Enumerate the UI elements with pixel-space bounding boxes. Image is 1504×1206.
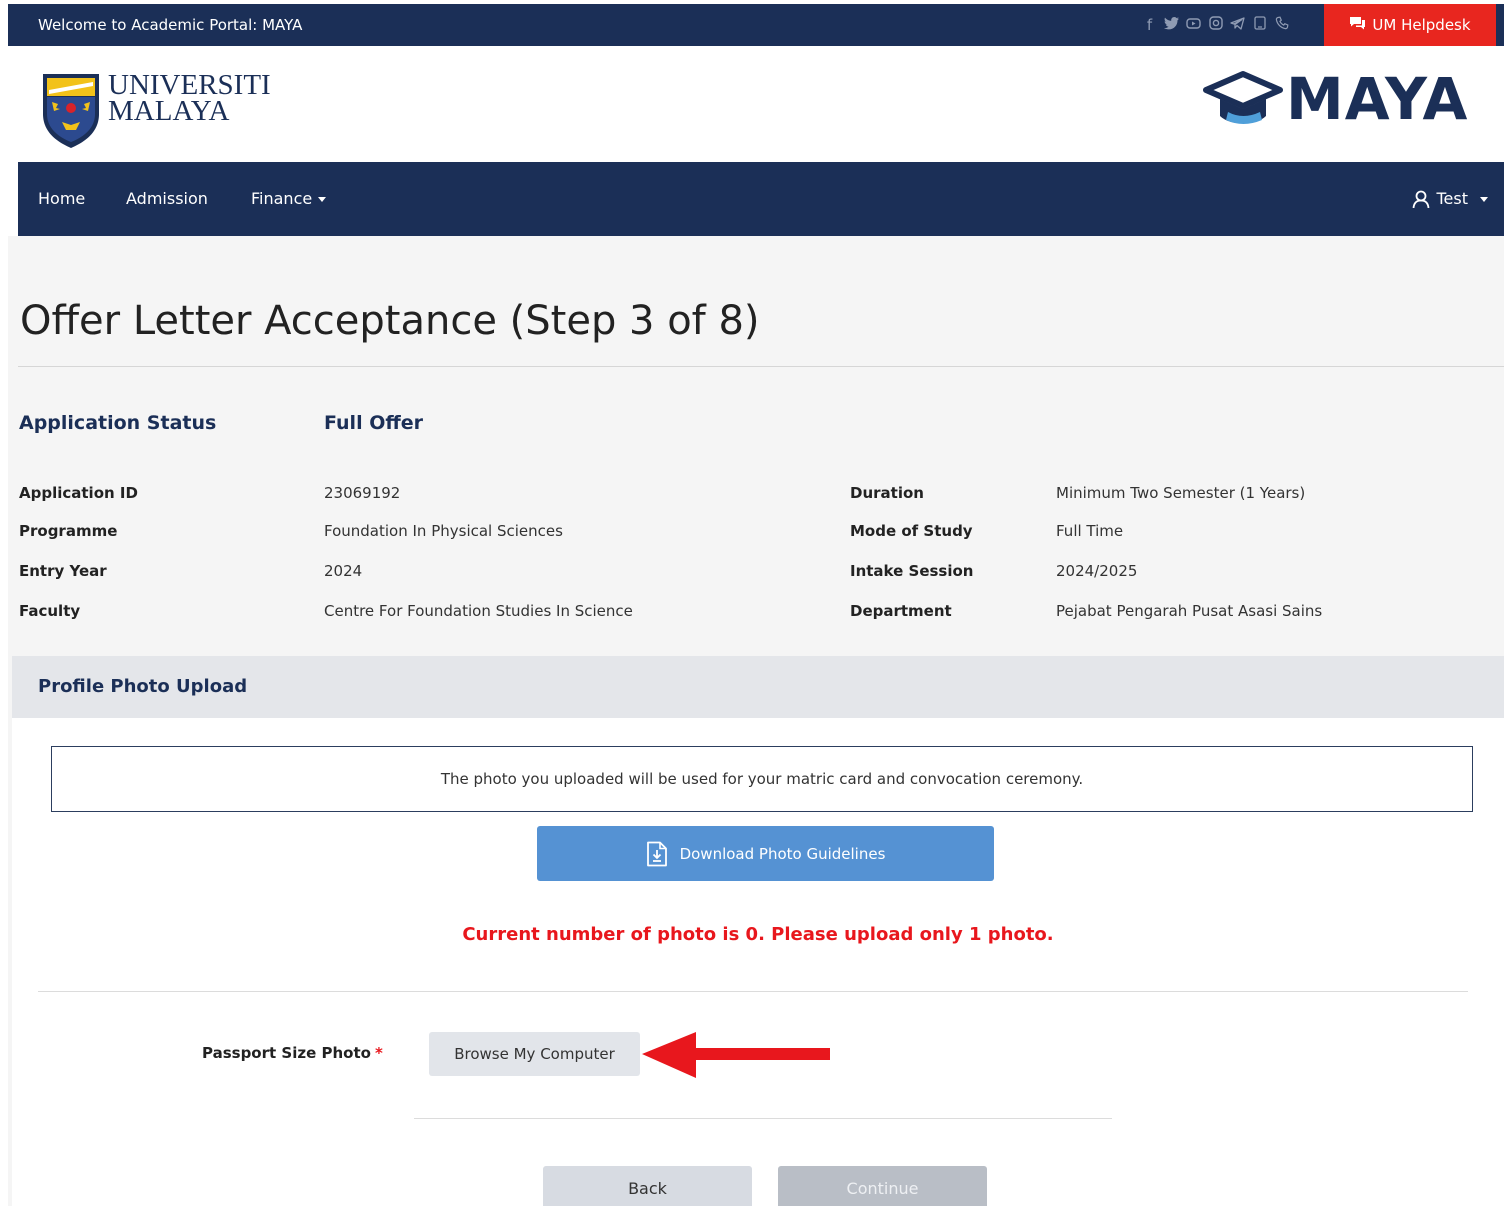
mode-of-study-value: Full Time (1056, 522, 1124, 540)
chat-icon (1349, 16, 1366, 34)
application-status-value: Full Offer (324, 412, 423, 434)
passport-photo-label: Passport Size Photo * (202, 1044, 383, 1062)
um-helpdesk-button[interactable]: UM Helpdesk (1324, 4, 1496, 46)
application-id-value: 23069192 (324, 484, 401, 502)
nav-finance[interactable]: Finance (251, 162, 327, 236)
browse-my-computer-button[interactable]: Browse My Computer (429, 1032, 640, 1076)
divider (18, 366, 1504, 367)
mode-of-study-label: Mode of Study (850, 522, 973, 540)
department-value: Pejabat Pengarah Pusat Asasi Sains (1056, 602, 1323, 620)
application-id-label: Application ID (19, 484, 138, 502)
university-crest-icon (43, 74, 99, 148)
nav-admission[interactable]: Admission (126, 162, 208, 236)
caret-down-icon (1480, 196, 1488, 202)
divider (38, 991, 1468, 992)
telegram-icon[interactable] (1228, 4, 1247, 46)
programme-label: Programme (19, 522, 118, 540)
university-name-line2: MALAYA (108, 95, 230, 127)
intake-session-label: Intake Session (850, 562, 974, 580)
file-download-icon (646, 841, 667, 866)
intake-session-value: 2024/2025 (1056, 562, 1138, 580)
main-nav: Home Admission Finance Test (18, 162, 1504, 236)
user-menu[interactable]: Test (1412, 162, 1488, 236)
university-name: UNIVERSITI MALAYA (108, 71, 271, 127)
tablet-icon[interactable] (1250, 4, 1269, 46)
youtube-icon[interactable] (1184, 4, 1203, 46)
twitter-icon[interactable] (1162, 4, 1181, 46)
faculty-value: Centre For Foundation Studies In Science (324, 602, 633, 620)
nav-finance-label: Finance (251, 189, 313, 208)
department-label: Department (850, 602, 952, 620)
divider (414, 1118, 1112, 1119)
download-label: Download Photo Guidelines (679, 844, 886, 863)
top-bar: Welcome to Academic Portal: MAYA f UM He… (8, 4, 1504, 46)
nav-home[interactable]: Home (38, 162, 85, 236)
red-arrow-annotation-icon (642, 1032, 830, 1078)
main-content: Offer Letter Acceptance (Step 3 of 8) Ap… (8, 236, 1504, 1206)
phone-icon[interactable] (1272, 4, 1291, 46)
welcome-text: Welcome to Academic Portal: MAYA (38, 16, 303, 34)
application-status-label: Application Status (19, 412, 217, 434)
entry-year-label: Entry Year (19, 562, 107, 580)
panel-header: Profile Photo Upload (12, 656, 1504, 718)
photo-count-warning: Current number of photo is 0. Please upl… (462, 924, 1054, 945)
duration-label: Duration (850, 484, 924, 502)
programme-value: Foundation In Physical Sciences (324, 522, 563, 540)
instagram-icon[interactable] (1206, 4, 1225, 46)
maya-logo[interactable]: MAYA (1200, 64, 1468, 134)
facebook-icon[interactable]: f (1140, 4, 1159, 46)
required-mark: * (374, 1044, 383, 1062)
profile-photo-upload-panel: Profile Photo Upload The photo you uploa… (12, 656, 1504, 1206)
passport-photo-label-text: Passport Size Photo (202, 1044, 371, 1062)
duration-value: Minimum Two Semester (1 Years) (1056, 484, 1306, 502)
faculty-label: Faculty (19, 602, 81, 620)
maya-wordmark: MAYA (1286, 65, 1469, 133)
helpdesk-label: UM Helpdesk (1372, 16, 1471, 34)
entry-year-value: 2024 (324, 562, 363, 580)
social-links: f (1140, 4, 1291, 46)
caret-down-icon (318, 197, 327, 202)
continue-button[interactable]: Continue (778, 1166, 987, 1206)
page-title: Offer Letter Acceptance (Step 3 of 8) (20, 298, 760, 344)
back-button[interactable]: Back (543, 1166, 752, 1206)
user-name: Test (1436, 189, 1468, 208)
photo-usage-notice: The photo you uploaded will be used for … (51, 746, 1473, 812)
universiti-malaya-logo[interactable]: UNIVERSITI MALAYA (40, 70, 340, 150)
panel-title: Profile Photo Upload (38, 676, 248, 697)
graduation-cap-icon (1203, 71, 1283, 124)
user-icon (1413, 190, 1430, 208)
download-photo-guidelines-button[interactable]: Download Photo Guidelines (537, 826, 994, 881)
